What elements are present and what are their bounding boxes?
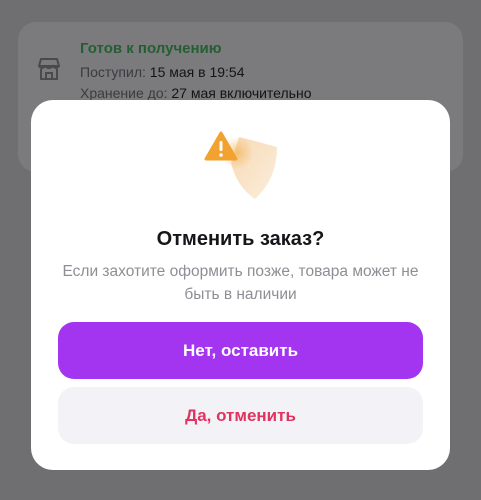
cancel-order-dialog: Отменить заказ? Если захотите оформить п… xyxy=(31,100,450,470)
dialog-title: Отменить заказ? xyxy=(156,228,325,250)
keep-order-button[interactable]: Нет, оставить xyxy=(58,322,423,379)
confirm-cancel-button[interactable]: Да, отменить xyxy=(58,387,423,444)
dialog-description: Если захотите оформить позже, товара мож… xyxy=(62,263,419,303)
warning-shield-icon xyxy=(204,131,277,199)
